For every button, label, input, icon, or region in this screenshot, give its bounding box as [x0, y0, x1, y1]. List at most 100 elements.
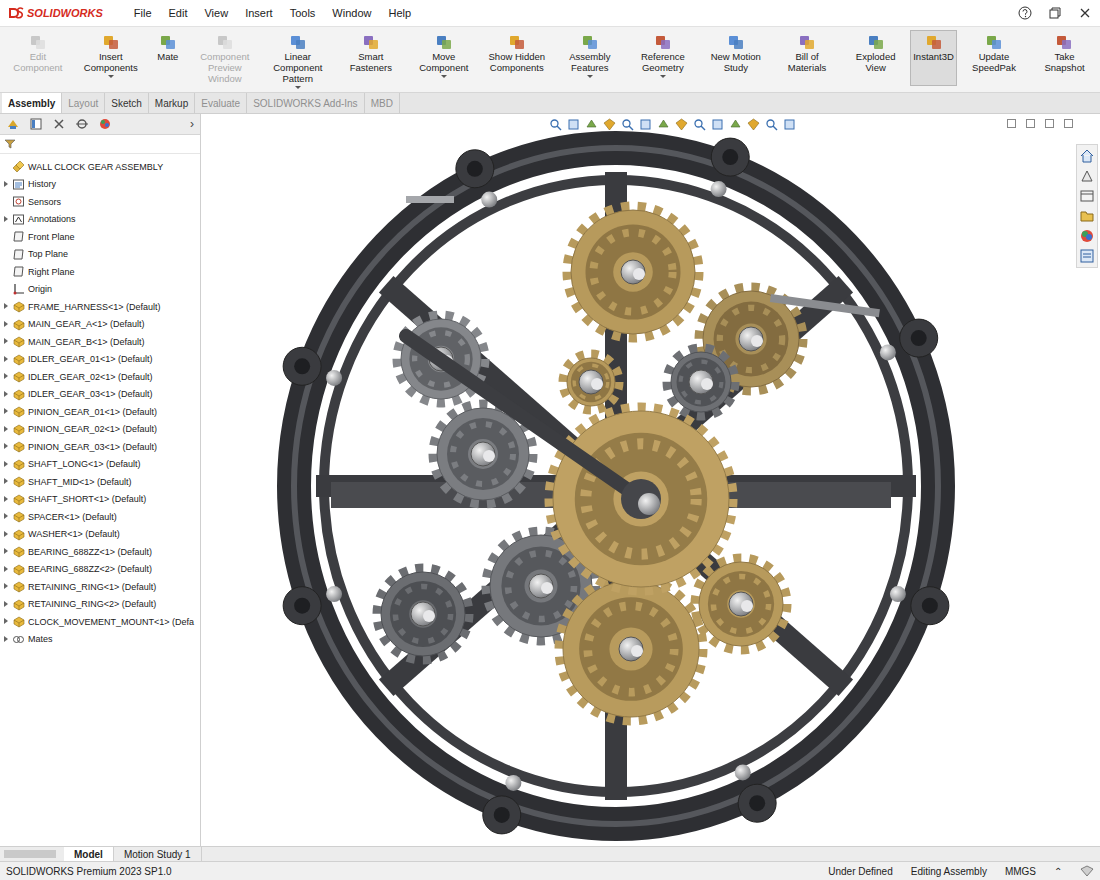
- tree-item[interactable]: SHAFT_LONG<1> (Default): [0, 456, 200, 474]
- ribbon-button[interactable]: Exploded View: [842, 30, 909, 76]
- dropdown-arrow[interactable]: [587, 75, 593, 78]
- status-toggle[interactable]: ⌃: [1054, 866, 1062, 877]
- expander[interactable]: [2, 338, 9, 345]
- tree-item[interactable]: PINION_GEAR_02<1> (Default): [0, 421, 200, 439]
- file-explorer-icon[interactable]: [1079, 208, 1095, 224]
- view-tool-icon[interactable]: [621, 118, 634, 131]
- tree-item[interactable]: PINION_GEAR_03<1> (Default): [0, 438, 200, 456]
- viewport-window-icon[interactable]: [1044, 118, 1055, 129]
- close-icon[interactable]: [1078, 6, 1092, 20]
- menu-item[interactable]: Window: [331, 5, 372, 21]
- tree-item[interactable]: IDLER_GEAR_03<1> (Default): [0, 386, 200, 404]
- view-tool-icon[interactable]: [711, 118, 724, 131]
- configuration-icon[interactable]: [52, 117, 66, 131]
- tree-item[interactable]: BEARING_688ZZ<1> (Default): [0, 543, 200, 561]
- resources-icon[interactable]: [1079, 168, 1095, 184]
- tree-item[interactable]: CLOCK_MOVEMENT_MOUNT<1> (Defa: [0, 613, 200, 631]
- tree-item[interactable]: SHAFT_MID<1> (Default): [0, 473, 200, 491]
- tree-item[interactable]: IDLER_GEAR_02<1> (Default): [0, 368, 200, 386]
- tree-item[interactable]: BEARING_688ZZ<2> (Default): [0, 561, 200, 579]
- tree-item[interactable]: IDLER_GEAR_01<1> (Default): [0, 351, 200, 369]
- bottom-tab[interactable]: Model: [64, 847, 114, 861]
- expander[interactable]: [2, 601, 9, 608]
- tree-item[interactable]: Top Plane: [0, 246, 200, 264]
- menu-item[interactable]: File: [133, 5, 153, 21]
- expander[interactable]: [2, 391, 9, 398]
- bottom-tab[interactable]: Motion Study 1: [114, 847, 202, 861]
- expander[interactable]: [2, 303, 9, 310]
- home-icon[interactable]: [1079, 148, 1095, 164]
- display-icon[interactable]: [98, 117, 112, 131]
- expander[interactable]: [2, 531, 9, 538]
- dimxpert-icon[interactable]: [75, 117, 89, 131]
- ribbon-button[interactable]: Smart Fasteners: [335, 30, 407, 76]
- tree-filter[interactable]: [0, 135, 200, 154]
- clock-gear-model[interactable]: [201, 114, 1100, 846]
- tab-scroll[interactable]: [4, 850, 56, 858]
- view-tool-icon[interactable]: [765, 118, 778, 131]
- view-tool-icon[interactable]: [693, 118, 706, 131]
- view-tool-icon[interactable]: [585, 118, 598, 131]
- tree-item[interactable]: MAIN_GEAR_B<1> (Default): [0, 333, 200, 351]
- expander[interactable]: [2, 548, 9, 555]
- view-tool-icon[interactable]: [729, 118, 742, 131]
- tree-item[interactable]: Sensors: [0, 193, 200, 211]
- ribbon-button[interactable]: New Motion Study: [700, 30, 772, 76]
- expander[interactable]: [2, 426, 9, 433]
- expander[interactable]: [2, 583, 9, 590]
- tree-item[interactable]: Front Plane: [0, 228, 200, 246]
- ribbon-button[interactable]: Show Hidden Components: [481, 30, 553, 76]
- menu-item[interactable]: View: [203, 5, 229, 21]
- expander[interactable]: [2, 618, 9, 625]
- tree-item[interactable]: PINION_GEAR_01<1> (Default): [0, 403, 200, 421]
- help-icon[interactable]: [1018, 6, 1032, 20]
- view-tool-icon[interactable]: [783, 118, 796, 131]
- menu-item[interactable]: Help: [387, 5, 412, 21]
- custom-properties-icon[interactable]: [1079, 248, 1095, 264]
- logo[interactable]: SOLIDWORKS: [8, 7, 103, 19]
- feature-tree-icon[interactable]: [6, 117, 20, 131]
- tree-item[interactable]: RETAINING_RING<2> (Default): [0, 596, 200, 614]
- ribbon-button[interactable]: Edit Component: [2, 30, 74, 76]
- tree-item[interactable]: WALL CLOCK GEAR ASSEMBLY: [0, 158, 200, 176]
- ribbon-button[interactable]: Assembly Features: [554, 30, 626, 81]
- tree-item[interactable]: Annotations: [0, 211, 200, 229]
- menu-item[interactable]: Edit: [168, 5, 189, 21]
- filter-icon[interactable]: [4, 138, 16, 150]
- command-tab[interactable]: SOLIDWORKS Add-Ins: [247, 93, 364, 113]
- tree-item[interactable]: Mates: [0, 631, 200, 649]
- command-tab[interactable]: Layout: [62, 93, 105, 113]
- view-tool-icon[interactable]: [747, 118, 760, 131]
- tree-item[interactable]: WASHER<1> (Default): [0, 526, 200, 544]
- tree-item[interactable]: SHAFT_SHORT<1> (Default): [0, 491, 200, 509]
- ribbon-button[interactable]: Bill of Materials: [773, 30, 841, 76]
- viewport-window-icon[interactable]: [1063, 118, 1074, 129]
- view-tool-icon[interactable]: [603, 118, 616, 131]
- property-icon[interactable]: [29, 117, 43, 131]
- menu-item[interactable]: Tools: [289, 5, 317, 21]
- design-library-icon[interactable]: [1079, 188, 1095, 204]
- expander[interactable]: [2, 461, 9, 468]
- more-tabs[interactable]: ›: [190, 117, 194, 131]
- menu-item[interactable]: Insert: [244, 5, 274, 21]
- expander[interactable]: [2, 356, 9, 363]
- command-tab[interactable]: Evaluate: [195, 93, 247, 113]
- ribbon-button[interactable]: Update SpeedPak: [958, 30, 1030, 76]
- ribbon-button[interactable]: Mate: [148, 30, 188, 65]
- expander[interactable]: [2, 513, 9, 520]
- tree-item[interactable]: RETAINING_RING<1> (Default): [0, 578, 200, 596]
- tree-item[interactable]: Origin: [0, 281, 200, 299]
- expander[interactable]: [2, 321, 9, 328]
- expander[interactable]: [2, 181, 9, 188]
- dropdown-arrow[interactable]: [108, 75, 114, 78]
- tree-item[interactable]: Right Plane: [0, 263, 200, 281]
- view-tool-icon[interactable]: [675, 118, 688, 131]
- ribbon-button[interactable]: Linear Component Pattern: [262, 30, 334, 92]
- dropdown-arrow[interactable]: [295, 86, 301, 89]
- appearances-icon[interactable]: [1079, 228, 1095, 244]
- expander[interactable]: [2, 373, 9, 380]
- expander[interactable]: [2, 216, 9, 223]
- ribbon-button[interactable]: Instant3D: [910, 30, 957, 86]
- ribbon-button[interactable]: Component Preview Window: [189, 30, 261, 87]
- restore-icon[interactable]: [1048, 6, 1062, 20]
